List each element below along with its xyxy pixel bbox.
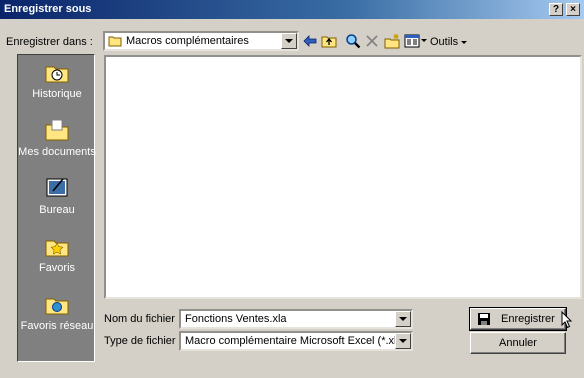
tools-menu-label: Outils — [430, 36, 459, 48]
favorites-icon — [45, 240, 69, 257]
chevron-down-icon[interactable] — [281, 33, 297, 49]
filename-field[interactable]: Fonctions Ventes.xla — [179, 309, 413, 329]
network-places-icon — [45, 298, 69, 315]
save-in-label: Enregistrer dans : — [6, 36, 93, 48]
place-desktop-label: Bureau — [39, 204, 75, 216]
desktop-icon — [46, 178, 68, 197]
help-button[interactable]: ? — [549, 3, 563, 16]
tools-menu[interactable]: Outils — [430, 36, 458, 48]
filetype-label: Type de fichier : — [104, 335, 182, 347]
filename-value: Fonctions Ventes.xla — [185, 313, 287, 325]
back-arrow-icon[interactable] — [302, 33, 318, 49]
filetype-dropdown-icon[interactable] — [395, 333, 411, 349]
place-network-label: Favoris réseau — [20, 320, 94, 332]
filename-label: Nom du fichier : — [104, 313, 182, 325]
cancel-button-label: Annuler — [499, 337, 537, 349]
views-dropdown-icon[interactable] — [421, 39, 427, 42]
place-favorites-label: Favoris — [38, 262, 76, 274]
history-icon — [45, 66, 69, 83]
delete-icon[interactable] — [364, 33, 380, 49]
window-title: Enregistrer sous — [4, 3, 92, 15]
up-folder-icon[interactable] — [321, 33, 337, 49]
floppy-disk-icon — [478, 313, 490, 325]
views-icon[interactable] — [404, 33, 420, 49]
save-in-label-text: Enregistrer dans : — [6, 36, 93, 48]
file-list[interactable] — [104, 55, 582, 299]
search-web-icon[interactable] — [345, 33, 361, 49]
title-bar: Enregistrer sous ? × — [0, 0, 584, 19]
filetype-value: Macro complémentaire Microsoft Excel (*.… — [185, 335, 407, 347]
save-button-label: Enregistrer — [501, 313, 555, 325]
folder-icon — [108, 36, 122, 47]
cancel-button[interactable]: Annuler — [470, 332, 566, 354]
new-folder-icon[interactable] — [384, 33, 400, 49]
place-favorites[interactable]: Favoris — [18, 231, 96, 287]
my-documents-icon — [45, 119, 69, 141]
filetype-dropdown[interactable]: Macro complémentaire Microsoft Excel (*.… — [179, 331, 413, 351]
close-button[interactable]: × — [566, 3, 580, 16]
place-desktop[interactable]: Bureau — [18, 173, 96, 229]
place-network[interactable]: Favoris réseau — [18, 289, 96, 345]
filename-dropdown-icon[interactable] — [395, 311, 411, 327]
place-my-documents[interactable]: Mes documents — [18, 115, 96, 171]
places-bar: Historique Mes documents Bureau Favoris … — [17, 54, 96, 362]
place-history[interactable]: Historique — [18, 57, 96, 113]
tools-dropdown-icon[interactable] — [461, 41, 467, 44]
save-in-dropdown[interactable]: Macros complémentaires — [103, 31, 299, 51]
current-folder-text: Macros complémentaires — [126, 35, 249, 47]
save-button[interactable]: Enregistrer — [469, 307, 567, 331]
mouse-cursor-icon — [561, 311, 573, 329]
place-my-documents-label: Mes documents — [18, 146, 96, 158]
place-history-label: Historique — [32, 88, 82, 100]
